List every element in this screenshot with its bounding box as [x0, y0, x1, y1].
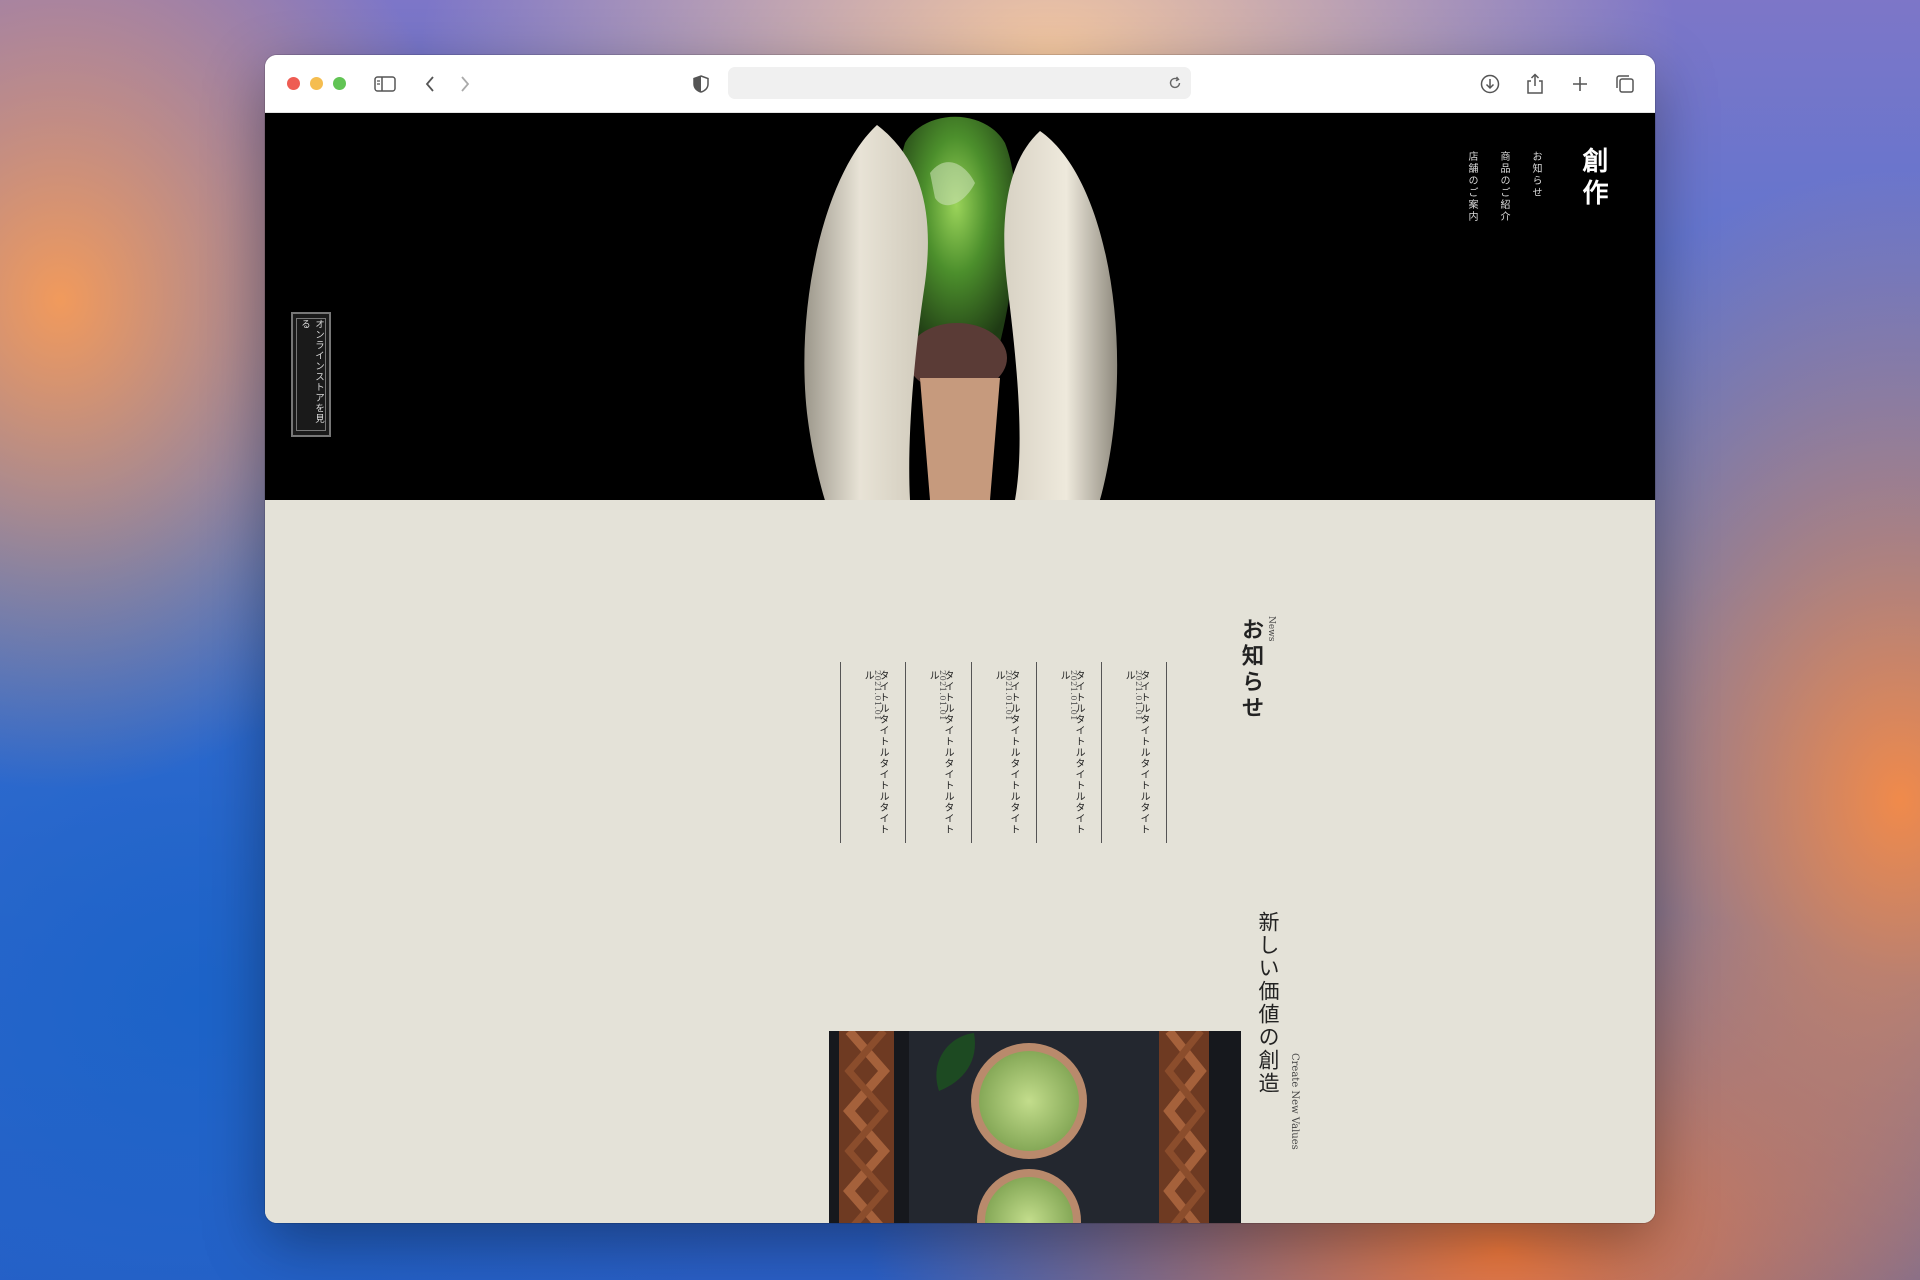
nav-news[interactable]: お知らせ: [1528, 151, 1543, 199]
minimize-window-button[interactable]: [310, 77, 323, 90]
close-window-button[interactable]: [287, 77, 300, 90]
hero-section: 創作 お知らせ 商品のご紹介 店舗のご案内 オンラインストアを見る: [265, 113, 1655, 500]
news-title[interactable]: タイトルタイトルタイトルタイトル: [1121, 670, 1151, 843]
chevron-right-icon[interactable]: [455, 69, 475, 99]
chevron-left-icon[interactable]: [420, 69, 440, 99]
reload-icon[interactable]: [1165, 73, 1185, 93]
news-heading: お知らせ: [1238, 618, 1264, 722]
tabs-icon[interactable]: [1612, 69, 1638, 99]
browser-window: 創作 お知らせ 商品のご紹介 店舗のご案内 オンラインストアを見る News お…: [265, 55, 1655, 1223]
hero-pistachio-image: [804, 116, 1118, 500]
news-title[interactable]: タイトルタイトルタイトルタイトル: [991, 670, 1021, 843]
share-icon[interactable]: [1522, 69, 1548, 99]
news-item[interactable]: 2021.01.01 タイトルタイトルタイトルタイトル: [971, 662, 1036, 843]
news-label-en: News: [1266, 616, 1276, 642]
online-store-label: オンラインストアを見る: [296, 318, 326, 431]
news-item[interactable]: 2021.01.01 タイトルタイトルタイトルタイトル: [905, 662, 970, 843]
web-page: 創作 お知らせ 商品のご紹介 店舗のご案内 オンラインストアを見る News お…: [265, 113, 1655, 1223]
news-item[interactable]: 2021.01.01 タイトルタイトルタイトルタイトル: [1036, 662, 1101, 843]
sidebar-icon[interactable]: [371, 69, 399, 99]
product-photo-image: [829, 1031, 1241, 1223]
plus-icon[interactable]: [1567, 69, 1593, 99]
nav-stores[interactable]: 店舗のご案内: [1464, 151, 1479, 223]
online-store-button[interactable]: オンラインストアを見る: [291, 312, 331, 437]
download-icon[interactable]: [1477, 69, 1503, 99]
news-title[interactable]: タイトルタイトルタイトルタイトル: [1056, 670, 1086, 843]
zoom-window-button[interactable]: [333, 77, 346, 90]
news-item[interactable]: 2021.01.01 タイトルタイトルタイトルタイトル: [1101, 662, 1167, 843]
shield-icon[interactable]: [690, 69, 712, 99]
address-bar[interactable]: [728, 67, 1191, 99]
site-logo[interactable]: 創作: [1575, 147, 1612, 211]
value-label-en: Create New Values: [1289, 1053, 1300, 1150]
nav-products[interactable]: 商品のご紹介: [1496, 151, 1511, 223]
news-title[interactable]: タイトルタイトルタイトルタイトル: [860, 670, 890, 843]
news-title[interactable]: タイトルタイトルタイトルタイトル: [925, 670, 955, 843]
browser-toolbar: [265, 55, 1655, 113]
product-photo: [829, 1031, 1241, 1223]
value-heading: 新しい価値の創造: [1256, 911, 1280, 1095]
news-item[interactable]: 2021.01.01 タイトルタイトルタイトルタイトル: [840, 662, 905, 843]
